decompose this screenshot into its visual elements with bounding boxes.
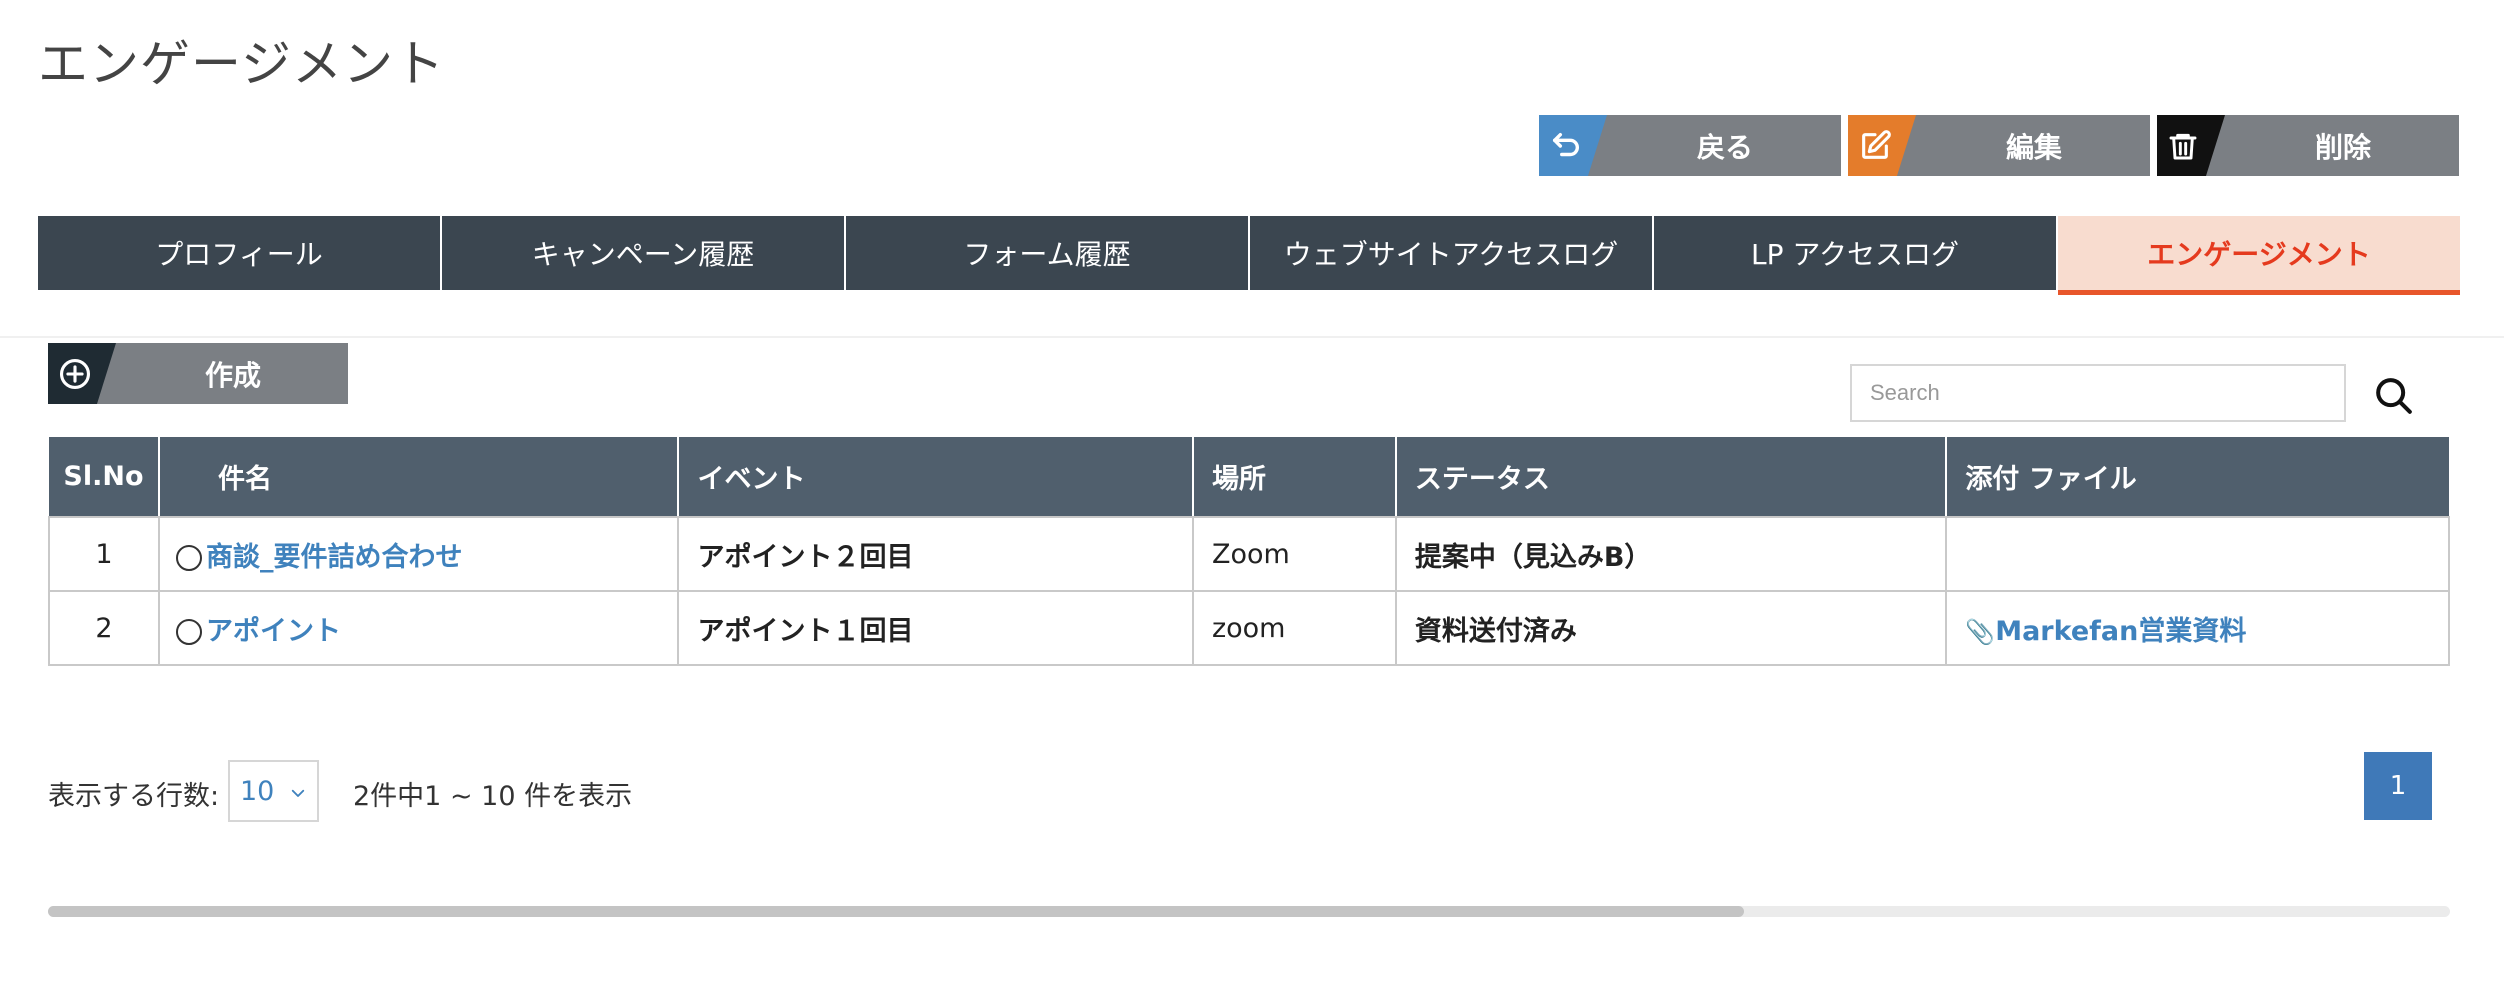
paperclip-icon: 📎 [1965, 617, 1996, 646]
status-cell: 提案中（見込みB） [1394, 516, 1948, 592]
plus-circle-icon [48, 343, 116, 404]
back-button[interactable]: 戻る [1539, 115, 1841, 176]
status-cell: 資料送付済み [1394, 590, 1948, 666]
subject-cell: アポイント [157, 590, 680, 666]
search-icon[interactable] [2374, 376, 2414, 416]
table-row: 2 アポイント アポイント１回目 zoom 資料送付済み 📎Markefan営業… [48, 590, 2450, 666]
create-button-label: 作成 [204, 358, 261, 392]
column-header-attachment[interactable]: 添付 ファイル [1946, 437, 2449, 518]
place-cell: zoom [1191, 590, 1397, 666]
tab-campaign-history[interactable]: キャンペーン履歴 [442, 216, 846, 290]
search-input[interactable] [1850, 364, 2346, 422]
action-toolbar: 戻る 編集 削除 [1539, 115, 2459, 176]
column-header-event[interactable]: イベント [678, 437, 1194, 518]
delete-button[interactable]: 削除 [2157, 115, 2459, 176]
subject-cell: 商談_要件詰め合わせ [157, 516, 680, 592]
column-header-status[interactable]: ステータス [1395, 437, 1948, 518]
record-count-text: 2件中1 ~ 10 件を表示 [353, 781, 633, 812]
delete-button-label: 削除 [2314, 130, 2371, 164]
trash-icon [2157, 115, 2225, 176]
row-number: 2 [48, 590, 160, 666]
table-row: 1 商談_要件詰め合わせ アポイント２回目 Zoom 提案中（見込みB） [48, 516, 2450, 592]
tab-bar: プロフィール キャンペーン履歴 フォーム履歴 ウェブサイトアクセスログ LP ア… [38, 216, 2460, 295]
rows-per-page-value: 10 [240, 775, 275, 807]
subject-link[interactable]: アポイント [206, 616, 341, 647]
tab-website-access-log[interactable]: ウェブサイトアクセスログ [1250, 216, 1654, 290]
undo-arrow-icon [1539, 115, 1607, 176]
chevron-down-icon [291, 789, 305, 797]
column-header-place[interactable]: 場所 [1192, 437, 1397, 518]
back-button-label: 戻る [1696, 130, 1753, 164]
create-button[interactable]: 作成 [48, 343, 348, 404]
horizontal-scrollbar-thumb[interactable] [48, 906, 1744, 917]
tab-form-history[interactable]: フォーム履歴 [846, 216, 1250, 290]
tab-profile[interactable]: プロフィール [38, 216, 442, 290]
tab-lp-access-log[interactable]: LP アクセスログ [1654, 216, 2058, 290]
event-cell: アポイント２回目 [677, 516, 1194, 592]
edit-button[interactable]: 編集 [1848, 115, 2150, 176]
column-header-subject[interactable]: 件名 [158, 437, 680, 518]
attachment-cell: 📎Markefan営業資料 [1945, 590, 2450, 666]
row-number: 1 [48, 516, 160, 592]
edit-button-label: 編集 [2005, 130, 2062, 164]
section-divider [0, 336, 2504, 338]
engagement-table: Sl.No 件名 イベント 場所 ステータス 添付 ファイル 1 商談_要件詰め… [48, 437, 2450, 666]
pagination-page-button[interactable]: 1 [2364, 752, 2432, 820]
row-select-radio[interactable] [175, 618, 202, 645]
column-header-no[interactable]: Sl.No [49, 437, 160, 518]
page-title: エンゲージメント [38, 35, 445, 93]
table-header-row: Sl.No 件名 イベント 場所 ステータス 添付 ファイル [49, 437, 2449, 518]
edit-pencil-icon [1848, 115, 1916, 176]
tab-engagement[interactable]: エンゲージメント [2058, 216, 2460, 295]
rows-per-page-label: 表示する行数: [48, 781, 220, 812]
place-cell: Zoom [1191, 516, 1397, 592]
row-select-radio[interactable] [175, 544, 202, 571]
event-cell: アポイント１回目 [677, 590, 1194, 666]
rows-per-page-select[interactable]: 10 [228, 760, 319, 822]
attachment-cell [1945, 516, 2450, 592]
attachment-link[interactable]: Markefan営業資料 [1995, 616, 2246, 647]
subject-link[interactable]: 商談_要件詰め合わせ [206, 542, 463, 573]
